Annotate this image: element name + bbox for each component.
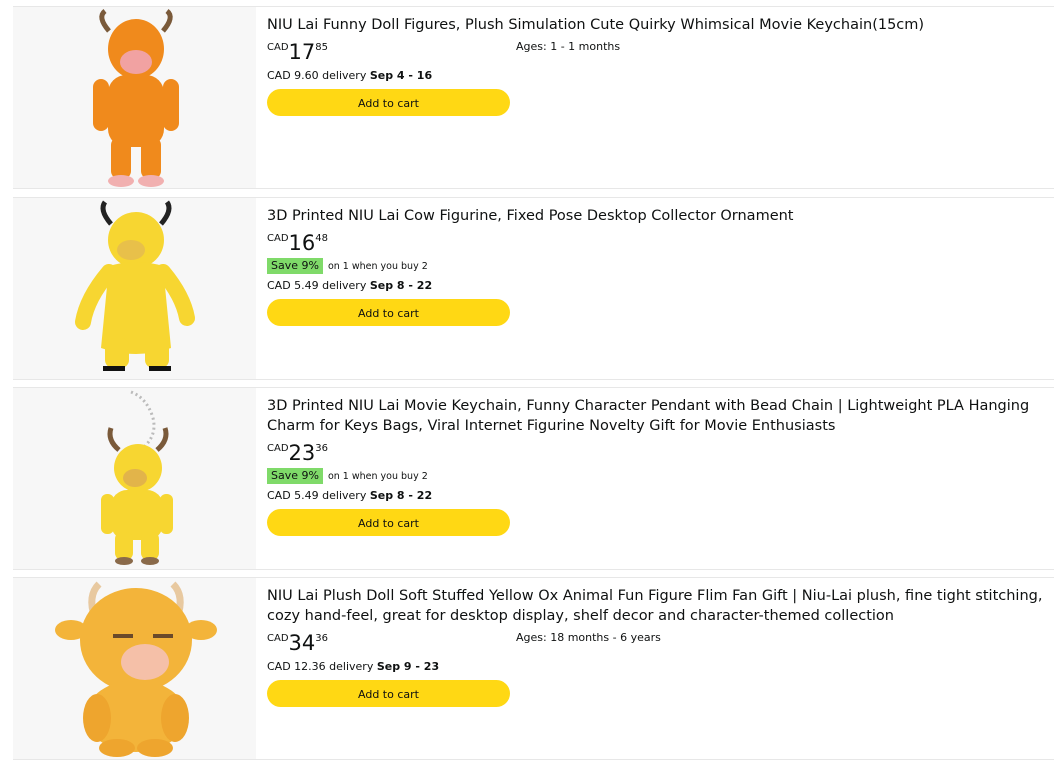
price-currency: CAD [267,633,289,644]
price: CAD 16 48 [267,229,1044,255]
product-row: NIU Lai Funny Doll Figures, Plush Simula… [13,6,1054,189]
product-row: NIU Lai Plush Doll Soft Stuffed Yellow O… [13,577,1054,760]
delivery-info: CAD 5.49 delivery Sep 8 - 22 [267,278,1044,293]
product-info: 3D Printed NIU Lai Movie Keychain, Funny… [267,396,1044,536]
price-whole: 23 [288,441,316,465]
delivery-fee: CAD 9.60 delivery [267,69,367,82]
delivery-dates: Sep 4 - 16 [369,69,433,82]
product-image[interactable] [13,578,256,759]
product-title[interactable]: 3D Printed NIU Lai Movie Keychain, Funny… [267,396,1044,436]
price: CAD 17 85 Ages: 1 - 1 months [267,38,1044,64]
product-image[interactable] [13,388,256,569]
price-fraction: 48 [315,233,328,244]
add-to-cart-button[interactable]: Add to cart [267,509,510,536]
price-currency: CAD [267,42,289,53]
delivery-info: CAD 9.60 delivery Sep 4 - 16 [267,68,1044,83]
delivery-dates: Sep 8 - 22 [369,489,433,502]
add-to-cart-button[interactable]: Add to cart [267,89,510,116]
product-info: 3D Printed NIU Lai Cow Figurine, Fixed P… [267,206,1044,326]
price: CAD 34 36 Ages: 18 months - 6 years [267,629,1044,655]
product-info: NIU Lai Funny Doll Figures, Plush Simula… [267,15,1044,116]
delivery-fee: CAD 5.49 delivery [267,279,367,292]
age-range: Ages: 1 - 1 months [516,40,621,53]
product-title[interactable]: NIU Lai Funny Doll Figures, Plush Simula… [267,15,1044,35]
delivery-fee: CAD 12.36 delivery [267,660,374,673]
add-to-cart-button[interactable]: Add to cart [267,299,510,326]
save-promo: Save 9% on 1 when you buy 2 [267,468,1044,484]
add-to-cart-button[interactable]: Add to cart [267,680,510,707]
save-note: on 1 when you buy 2 [327,470,428,482]
orange-plush-cow-figure-icon [93,9,179,187]
price-fraction: 85 [315,42,328,53]
delivery-dates: Sep 8 - 22 [369,279,433,292]
delivery-info: CAD 12.36 delivery Sep 9 - 23 [267,659,1044,674]
product-title[interactable]: NIU Lai Plush Doll Soft Stuffed Yellow O… [267,586,1044,626]
product-row: 3D Printed NIU Lai Cow Figurine, Fixed P… [13,197,1054,380]
product-row: 3D Printed NIU Lai Movie Keychain, Funny… [13,387,1054,570]
delivery-dates: Sep 9 - 23 [376,660,440,673]
yellow-ox-plush-doll-icon [55,581,217,757]
save-badge: Save 9% [267,258,323,274]
product-image[interactable] [13,7,256,188]
delivery-info: CAD 5.49 delivery Sep 8 - 22 [267,488,1044,503]
product-title[interactable]: 3D Printed NIU Lai Cow Figurine, Fixed P… [267,206,1044,226]
price-currency: CAD [267,233,289,244]
yellow-cow-keychain-icon [101,390,173,565]
price-currency: CAD [267,443,289,454]
price: CAD 23 36 [267,439,1044,465]
price-fraction: 36 [315,443,328,454]
save-promo: Save 9% on 1 when you buy 2 [267,258,1044,274]
price-whole: 17 [288,40,316,64]
save-note: on 1 when you buy 2 [327,260,428,272]
product-info: NIU Lai Plush Doll Soft Stuffed Yellow O… [267,586,1044,707]
price-whole: 16 [288,231,316,255]
age-range: Ages: 18 months - 6 years [516,631,661,644]
price-whole: 34 [288,631,316,655]
yellow-cow-figurine-icon [75,200,195,371]
save-badge: Save 9% [267,468,323,484]
product-image[interactable] [13,198,256,379]
delivery-fee: CAD 5.49 delivery [267,489,367,502]
price-fraction: 36 [315,633,328,644]
